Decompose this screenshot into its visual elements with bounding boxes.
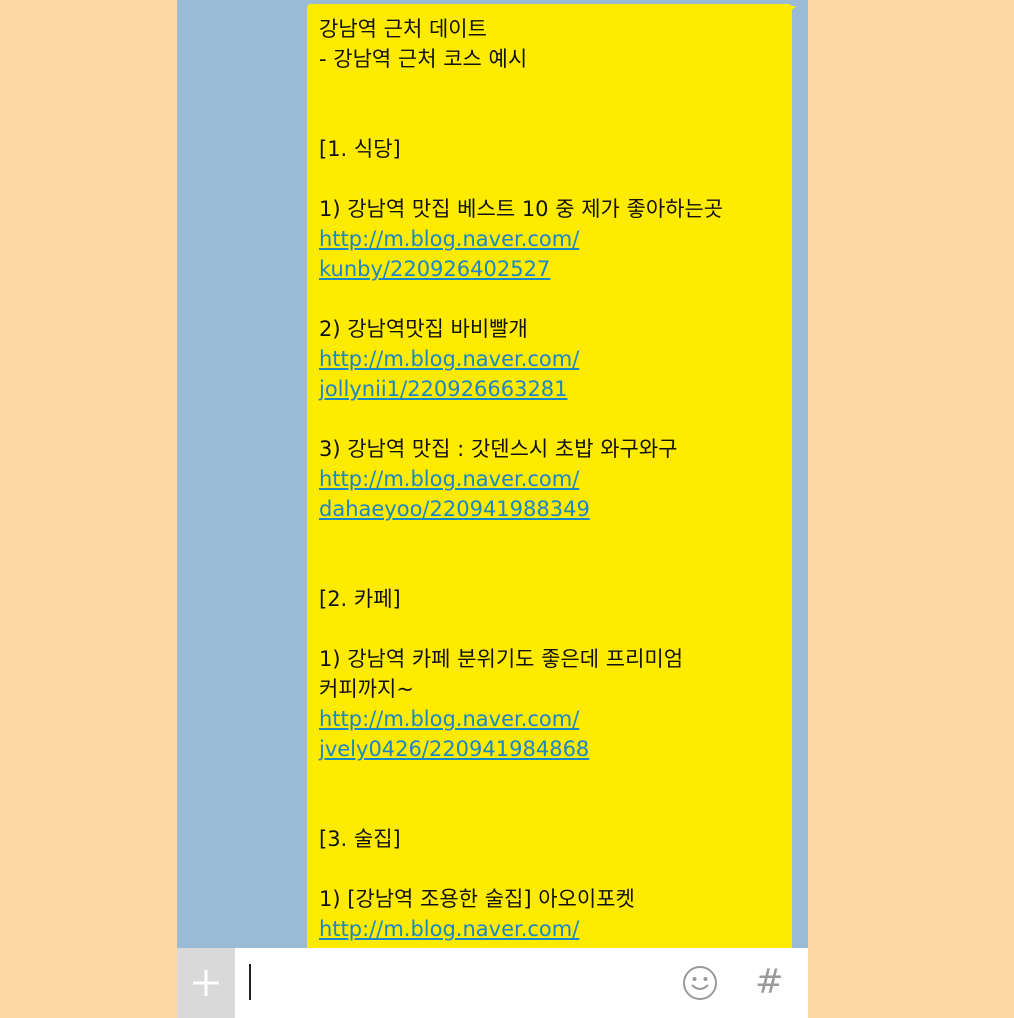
section-restaurant: [1. 식당] bbox=[319, 137, 401, 161]
restaurant-link-3a[interactable]: http://m.blog.naver.com/ bbox=[319, 467, 579, 491]
text-cursor[interactable] bbox=[249, 964, 251, 1000]
message-text: 강남역 근처 데이트 - 강남역 근처 코스 예시 [1. 식당] 1) 강남역… bbox=[319, 14, 782, 944]
hashtag-button[interactable]: # bbox=[755, 962, 784, 1002]
restaurant-link-3b[interactable]: dahaeyoo/220941988349 bbox=[319, 497, 590, 521]
chat-screen: 강남역 근처 데이트 - 강남역 근처 코스 예시 [1. 식당] 1) 강남역… bbox=[177, 0, 808, 1018]
section-cafe: [2. 카페] bbox=[319, 587, 401, 611]
message-input-bar: # bbox=[177, 948, 808, 1018]
restaurant-link-2b[interactable]: jollynii1/220926663281 bbox=[319, 377, 568, 401]
restaurant-link-1a[interactable]: http://m.blog.naver.com/ bbox=[319, 227, 579, 251]
cafe-item-1-cont: 커피까지~ bbox=[319, 677, 414, 701]
attach-button[interactable] bbox=[177, 948, 235, 1018]
restaurant-item-3: 3) 강남역 맛집 : 갓덴스시 초밥 와구와구 bbox=[319, 437, 678, 461]
restaurant-link-2a[interactable]: http://m.blog.naver.com/ bbox=[319, 347, 579, 371]
bar-link-1a[interactable]: http://m.blog.naver.com/ bbox=[319, 917, 579, 941]
plus-icon bbox=[193, 970, 219, 996]
smiley-icon[interactable] bbox=[682, 965, 718, 1001]
restaurant-item-1: 1) 강남역 맛집 베스트 10 중 제가 좋아하는곳 bbox=[319, 197, 724, 221]
cafe-item-1: 1) 강남역 카페 분위기도 좋은데 프리미엄 bbox=[319, 647, 684, 671]
message-bubble[interactable]: 강남역 근처 데이트 - 강남역 근처 코스 예시 [1. 식당] 1) 강남역… bbox=[307, 4, 792, 964]
section-bar: [3. 술집] bbox=[319, 827, 401, 851]
bar-item-1: 1) [강남역 조용한 술집] 아오이포켓 bbox=[319, 887, 635, 911]
restaurant-item-2: 2) 강남역맛집 바비빨개 bbox=[319, 317, 528, 341]
cafe-link-1a[interactable]: http://m.blog.naver.com/ bbox=[319, 707, 579, 731]
cafe-link-1b[interactable]: jvely0426/220941984868 bbox=[319, 737, 589, 761]
message-subtitle: - 강남역 근처 코스 예시 bbox=[319, 47, 528, 71]
restaurant-link-1b[interactable]: kunby/220926402527 bbox=[319, 257, 550, 281]
message-title: 강남역 근처 데이트 bbox=[319, 17, 487, 41]
